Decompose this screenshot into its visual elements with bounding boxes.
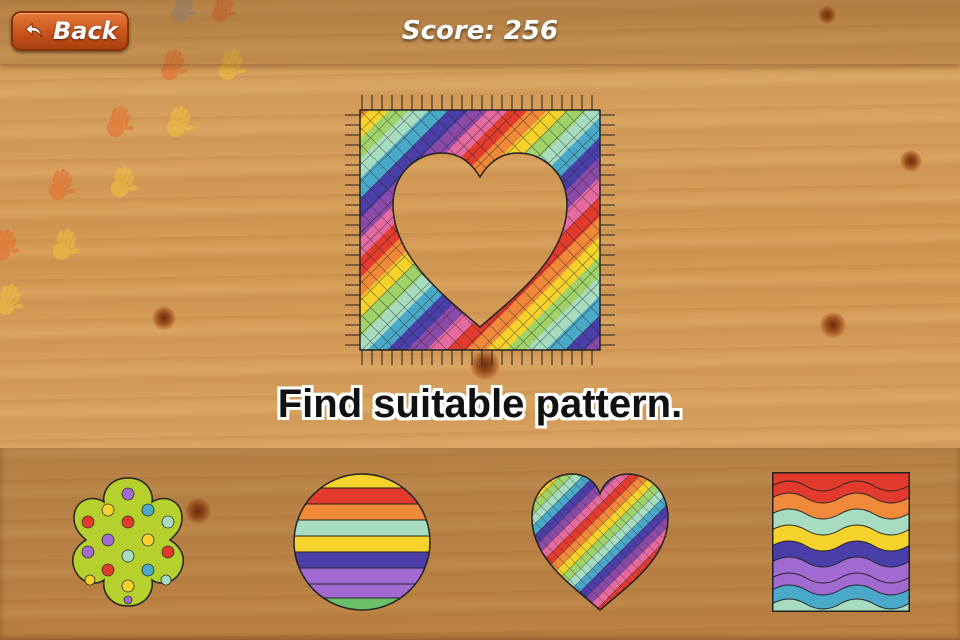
score-display: Score: 256 [401,16,559,46]
back-button[interactable]: Back [11,11,129,51]
option-flower-polka-dots[interactable] [58,472,198,612]
instruction-text: Find suitable pattern. [277,382,683,426]
target-pattern-frame [345,95,615,365]
wood-knot [820,312,846,338]
option-heart-diagonal-grid[interactable] [530,472,670,612]
option-circle-stripes[interactable] [292,472,432,612]
back-arrow-icon [25,22,42,38]
wood-knot [900,150,922,172]
option-square-waves[interactable] [772,472,912,612]
back-button-label: Back [53,17,118,45]
